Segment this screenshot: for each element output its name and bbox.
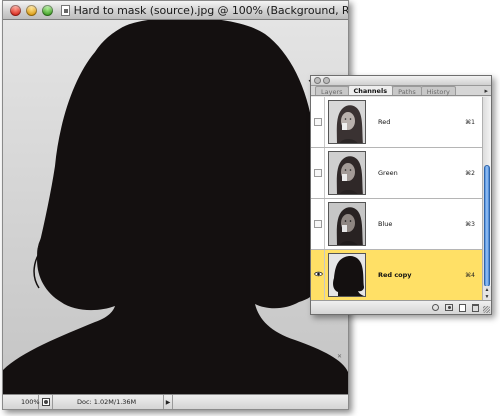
visibility-toggle[interactable]	[311, 97, 325, 147]
palette-collapse-icon[interactable]	[323, 77, 330, 84]
zoom-level[interactable]: 100%	[3, 395, 40, 409]
resize-grip-icon[interactable]	[483, 306, 490, 313]
svg-text:✕: ✕	[337, 353, 342, 360]
channel-name: Green	[378, 169, 398, 177]
image-canvas[interactable]: ✕	[3, 20, 348, 395]
palette-close-icon[interactable]	[314, 77, 321, 84]
channel-name: Red	[378, 118, 391, 126]
load-selection-icon[interactable]	[432, 304, 439, 311]
visibility-toggle[interactable]	[311, 250, 325, 300]
channel-row-blue[interactable]: Blue ⌘3	[311, 199, 482, 250]
scroll-down-icon[interactable]: ▼	[483, 293, 491, 300]
window-controls	[10, 4, 53, 16]
window-title: Hard to mask (source).jpg @ 100% (Backgr…	[73, 3, 348, 17]
visibility-box-icon	[313, 169, 322, 177]
channel-name: Red copy	[378, 271, 412, 279]
palette-tabs: Layers Channels Paths History ▸	[311, 85, 491, 96]
silhouette-image: ✕	[3, 20, 348, 395]
palette-menu-icon[interactable]: ▸	[484, 87, 488, 95]
doc-size-info: Doc: 1.02M/1.36M	[77, 398, 137, 406]
vertical-scrollbar[interactable]: ▲ ▼	[482, 97, 491, 301]
status-menu-arrow-icon[interactable]: ▶	[163, 395, 173, 409]
channel-thumbnail	[328, 100, 366, 144]
document-proxy-icon[interactable]	[61, 4, 70, 16]
visibility-toggle[interactable]	[311, 148, 325, 198]
channel-row-red[interactable]: Red ⌘1	[311, 97, 482, 148]
title-bar[interactable]: Hard to mask (source).jpg @ 100% (Backgr…	[3, 1, 348, 20]
palette-footer	[311, 300, 491, 314]
tab-paths[interactable]: Paths	[392, 86, 422, 96]
status-bar: 100% Doc: 1.02M/1.36M ▶	[3, 394, 348, 409]
channel-thumbnail	[328, 253, 366, 297]
channel-list: Red ⌘1 Green ⌘2 Blue ⌘3 Red copy ⌘4	[311, 97, 482, 301]
horizontal-scroll-area[interactable]	[173, 395, 348, 409]
channel-thumbnail	[328, 151, 366, 195]
save-selection-icon[interactable]	[445, 304, 453, 311]
visibility-box-icon	[313, 118, 322, 126]
palette-title-bar[interactable]	[311, 76, 491, 86]
zoom-icon[interactable]	[42, 4, 53, 16]
visibility-toggle[interactable]	[311, 199, 325, 249]
document-status-icon[interactable]	[39, 395, 53, 409]
tab-history[interactable]: History	[420, 86, 456, 96]
trash-icon[interactable]	[472, 303, 479, 312]
scroll-thumb[interactable]	[484, 165, 490, 287]
tab-channels[interactable]: Channels	[347, 85, 394, 95]
channel-row-green[interactable]: Green ⌘2	[311, 148, 482, 199]
visibility-box-icon	[313, 220, 322, 228]
channel-shortcut: ⌘2	[465, 169, 475, 177]
eye-icon	[313, 271, 323, 279]
scroll-up-icon[interactable]: ▲	[483, 286, 491, 293]
channel-shortcut: ⌘4	[465, 271, 475, 279]
channel-row-red-copy[interactable]: Red copy ⌘4	[311, 250, 482, 301]
channels-palette[interactable]: Layers Channels Paths History ▸ Red ⌘1 G…	[310, 75, 492, 315]
channel-shortcut: ⌘3	[465, 220, 475, 228]
tab-layers[interactable]: Layers	[315, 86, 349, 96]
document-window[interactable]: Hard to mask (source).jpg @ 100% (Backgr…	[2, 0, 349, 410]
channel-thumbnail	[328, 202, 366, 246]
close-icon[interactable]	[10, 4, 21, 16]
channel-name: Blue	[378, 220, 393, 228]
channel-shortcut: ⌘1	[465, 118, 475, 126]
minimize-icon[interactable]	[26, 4, 37, 16]
new-channel-icon[interactable]	[459, 303, 466, 312]
